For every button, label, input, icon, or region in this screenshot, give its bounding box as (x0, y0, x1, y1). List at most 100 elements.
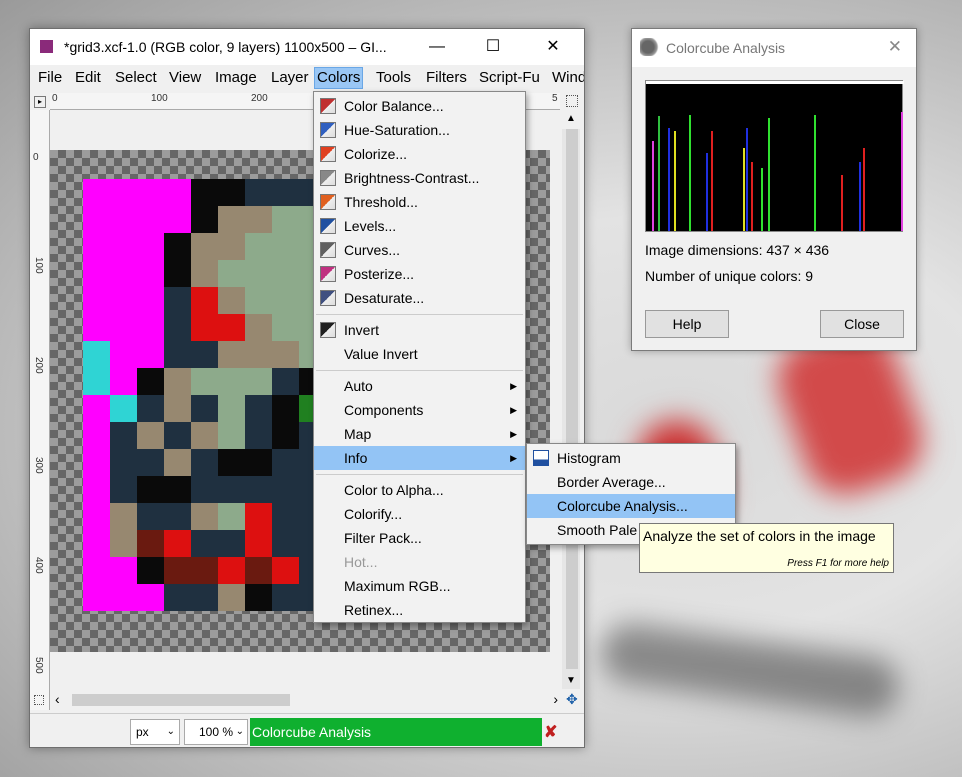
menu-item-levels[interactable]: Levels... (314, 214, 525, 238)
histogram-bar (761, 168, 763, 231)
menu-item-retinex[interactable]: Retinex... (314, 598, 525, 622)
menu-separator (316, 474, 523, 475)
image-pixel (164, 341, 191, 368)
image-pixel (83, 449, 110, 476)
image-pixel (137, 584, 164, 611)
unit-select[interactable]: px ⌄ (130, 719, 180, 745)
submenu-arrow-icon: ▶ (510, 453, 517, 463)
menu-item-label: Histogram (557, 450, 621, 466)
scroll-right-arrow[interactable]: › (553, 691, 558, 707)
tooltip-help-hint: Press F1 for more help (787, 558, 889, 569)
menu-select[interactable]: Select (113, 67, 159, 89)
image-pixel (83, 476, 110, 503)
threshold-icon (320, 194, 336, 210)
menu-item-desaturate[interactable]: Desaturate... (314, 286, 525, 310)
vertical-scroll-thumb[interactable] (566, 129, 578, 669)
submenu-arrow-icon: ▶ (510, 381, 517, 391)
menu-item-colorify[interactable]: Colorify... (314, 502, 525, 526)
menu-item-value-invert[interactable]: Value Invert (314, 342, 525, 366)
image-pixel (218, 233, 245, 260)
color-balance-icon (320, 98, 336, 114)
menu-item-hot[interactable]: Hot... (314, 550, 525, 574)
menu-item-colorize[interactable]: Colorize... (314, 142, 525, 166)
image-pixel (110, 233, 137, 260)
ruler-label: 400 (33, 557, 44, 574)
scroll-down-arrow[interactable]: ▼ (566, 675, 576, 686)
menu-item-color-to-alpha[interactable]: Color to Alpha... (314, 478, 525, 502)
image-pixel (272, 530, 299, 557)
menu-item-map[interactable]: Map ▶ (314, 422, 525, 446)
help-button[interactable]: Help (645, 310, 729, 338)
image-pixel (137, 287, 164, 314)
image-pixel (137, 503, 164, 530)
gimp-app-icon (40, 40, 53, 53)
menu-item-threshold[interactable]: Threshold... (314, 190, 525, 214)
menu-item-invert[interactable]: Invert (314, 318, 525, 342)
menu-script-fu[interactable]: Script-Fu (477, 67, 542, 89)
image-pixel (83, 233, 110, 260)
menu-view[interactable]: View (167, 67, 203, 89)
vertical-scrollbar[interactable] (562, 129, 580, 689)
menu-item-components[interactable]: Components ▶ (314, 398, 525, 422)
menu-tools[interactable]: Tools (374, 67, 413, 89)
image-pixel (191, 530, 218, 557)
image-pixel (137, 341, 164, 368)
menu-item-curves[interactable]: Curves... (314, 238, 525, 262)
image-pixel (137, 395, 164, 422)
dialog-title: Colorcube Analysis (666, 40, 786, 56)
close-button[interactable]: ✕ (530, 31, 576, 63)
close-icon[interactable]: ✕ (888, 37, 902, 57)
menu-item-histogram[interactable]: Histogram (527, 446, 735, 470)
menu-image[interactable]: Image (213, 67, 259, 89)
image-pixel (164, 314, 191, 341)
ruler-label: 200 (33, 357, 44, 374)
menu-windows[interactable]: Windo (550, 67, 584, 89)
image-pixel (245, 206, 272, 233)
menu-item-auto[interactable]: Auto ▶ (314, 374, 525, 398)
menu-file[interactable]: File (36, 67, 64, 89)
menu-item-hue-saturation[interactable]: Hue-Saturation... (314, 118, 525, 142)
menu-filters[interactable]: Filters (424, 67, 469, 89)
menubar: File Edit Select View Image Layer Colors… (30, 65, 584, 91)
horizontal-scroll-thumb[interactable] (72, 694, 290, 706)
close-button[interactable]: Close (820, 310, 904, 338)
menu-item-border-average[interactable]: Border Average... (527, 470, 735, 494)
window-titlebar: *grid3.xcf-1.0 (RGB color, 9 layers) 110… (30, 29, 584, 65)
image-pixel (164, 287, 191, 314)
menu-item-color-balance[interactable]: Color Balance... (314, 94, 525, 118)
image-pixel (218, 584, 245, 611)
maximize-button[interactable]: ☐ (470, 31, 516, 63)
cancel-icon[interactable]: ✘ (544, 722, 557, 742)
scroll-left-arrow[interactable]: ‹ (55, 691, 60, 707)
invert-icon (320, 322, 336, 338)
menu-colors[interactable]: Colors (314, 67, 364, 89)
vertical-ruler: 0 100 200 300 400 500 (30, 110, 50, 710)
scroll-up-arrow[interactable]: ▲ (566, 113, 576, 124)
status-message: Colorcube Analysis (250, 718, 542, 746)
menu-item-colorcube-analysis[interactable]: Colorcube Analysis... (527, 494, 735, 518)
horizontal-scrollbar[interactable]: ‹ › (50, 689, 562, 711)
menu-edit[interactable]: Edit (73, 67, 103, 89)
menu-item-maximum-rgb[interactable]: Maximum RGB... (314, 574, 525, 598)
menu-item-posterize[interactable]: Posterize... (314, 262, 525, 286)
menu-item-label: Auto (344, 378, 373, 394)
submenu-arrow-icon: ▶ (510, 405, 517, 415)
image-pixel (245, 368, 272, 395)
navigate-icon[interactable]: ✥ (566, 691, 578, 708)
ruler-corner[interactable]: ▸ (34, 96, 46, 108)
menu-item-info[interactable]: Info ▶ (314, 446, 525, 470)
histogram-top-line (646, 81, 904, 84)
image-pixel (191, 503, 218, 530)
minimize-button[interactable]: — (414, 31, 460, 63)
image-pixel (164, 503, 191, 530)
menu-item-filter-pack[interactable]: Filter Pack... (314, 526, 525, 550)
image-pixel (191, 179, 218, 206)
image-pixel (245, 341, 272, 368)
image-pixel (272, 314, 299, 341)
menu-item-brightness-contrast[interactable]: Brightness-Contrast... (314, 166, 525, 190)
zoom-select[interactable]: 100 % ⌄ (184, 719, 248, 745)
ruler-label: 200 (251, 93, 268, 104)
zoom-fit-icon[interactable] (566, 95, 578, 107)
quick-mask-icon[interactable] (34, 695, 44, 705)
menu-layer[interactable]: Layer (269, 67, 311, 89)
